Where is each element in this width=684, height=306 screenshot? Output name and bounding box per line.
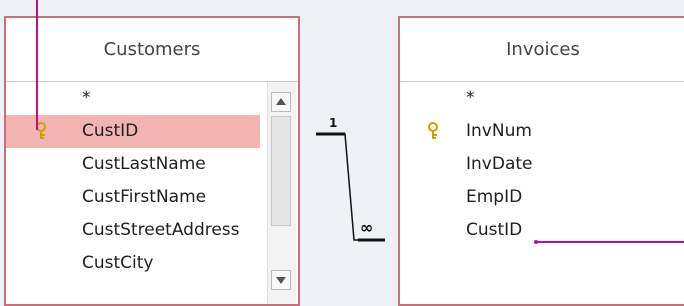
- callout-dot-invoices: [534, 240, 538, 244]
- many-side-label: ∞: [360, 218, 373, 237]
- one-side-label: 1: [329, 116, 337, 130]
- relationships-canvas: Customers * CustID CustLastName CustFirstNa…: [0, 0, 684, 306]
- relationship-join-line[interactable]: [316, 133, 385, 241]
- relationship-overlay: 1 ∞: [36, 0, 684, 244]
